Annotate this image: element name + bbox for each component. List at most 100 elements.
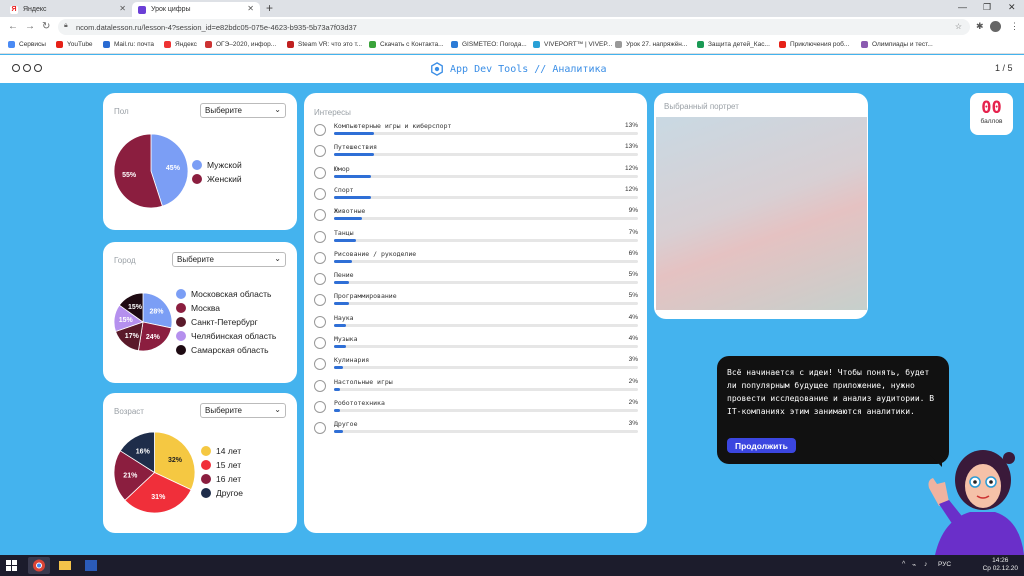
interest-row[interactable]: Программирование 5% — [314, 291, 638, 312]
interest-row[interactable]: Кулинария 3% — [314, 355, 638, 376]
interest-label: Робототехника — [334, 398, 385, 407]
interest-radio[interactable] — [314, 273, 326, 286]
interest-percent: 2% — [628, 398, 638, 406]
network-icon[interactable]: ⌁ — [912, 561, 916, 569]
age-select[interactable]: Выберите ⌄ — [200, 403, 286, 418]
interest-radio[interactable] — [314, 230, 326, 243]
score-label: баллов — [980, 118, 1003, 125]
word-taskbar-icon[interactable] — [80, 557, 102, 574]
city-select[interactable]: Выберите ⌄ — [172, 252, 286, 267]
gender-card: Пол Выберите ⌄ 45% 55% Мужской Женский — [103, 93, 297, 230]
windows-start-icon[interactable] — [6, 560, 17, 571]
bookmark-apps[interactable]: Сервисы — [8, 41, 46, 48]
interest-row[interactable]: Настольные игры 2% — [314, 377, 638, 398]
interest-bar-fill — [334, 259, 353, 263]
interest-radio[interactable] — [314, 294, 326, 307]
close-icon[interactable]: ✕ — [119, 4, 126, 13]
city-legend-item: Челябинская область — [176, 329, 276, 343]
interest-row[interactable]: Другое 3% — [314, 419, 638, 440]
new-tab-button[interactable]: + — [266, 1, 273, 15]
bookmark-viveport[interactable]: VIVEPORT™ | VIVEP... — [533, 41, 612, 48]
bookmark-oge[interactable]: ОГЭ–2020, инфор... — [205, 41, 276, 48]
interest-label: Животные — [334, 207, 366, 216]
bookmark-lesson27[interactable]: Урок 27. напряжён... — [615, 41, 687, 48]
interest-row[interactable]: Спорт 12% — [314, 185, 638, 206]
interest-row[interactable]: Животные 9% — [314, 206, 638, 227]
legend-swatch — [192, 160, 202, 170]
interest-radio[interactable] — [314, 422, 326, 435]
gender-slice-label: 45% — [166, 165, 181, 172]
back-icon[interactable]: ← — [8, 21, 18, 32]
gender-select[interactable]: Выберите ⌄ — [200, 103, 286, 118]
clock[interactable]: 14:26 Ср 02.12.20 — [983, 557, 1018, 573]
chrome-taskbar-icon[interactable] — [28, 557, 50, 574]
portrait-image — [656, 117, 867, 310]
interest-radio[interactable] — [314, 400, 326, 413]
language-indicator[interactable]: РУС — [938, 561, 951, 568]
interest-row[interactable]: Путешествия 13% — [314, 142, 638, 163]
legend-swatch — [176, 289, 186, 299]
reload-icon[interactable]: ↻ — [42, 21, 50, 32]
bookmark-gismeteo[interactable]: GISMETEO: Погода... — [451, 41, 527, 48]
close-window-icon[interactable]: ✕ — [1008, 2, 1016, 13]
yandex-icon: Я — [10, 5, 18, 14]
age-card: Возраст Выберите ⌄ 32% 31% 21% 16% 14 лет 15 … — [103, 393, 297, 533]
profile-avatar[interactable] — [990, 21, 1001, 32]
chevron-down-icon: ⌄ — [274, 105, 281, 114]
bookmark-steam[interactable]: Steam VR: что это т... — [287, 41, 362, 48]
menu-icon[interactable]: ⋮ — [1010, 21, 1019, 32]
interest-radio[interactable] — [314, 166, 326, 179]
interest-bar-fill — [334, 366, 344, 370]
close-icon[interactable]: ✕ — [247, 4, 254, 13]
bookmark-mailru[interactable]: Mail.ru: почта — [103, 41, 154, 48]
bookmark-adventures[interactable]: Приключения роб... — [779, 41, 849, 48]
bookmark-yandex[interactable]: Яндекс — [164, 41, 197, 48]
interest-bar-fill — [334, 430, 344, 434]
url-input[interactable]: 🔒︎ ncom.datalesson.ru/lesson-4?session_i… — [58, 19, 970, 35]
bookmark-download[interactable]: Скачать с Контакта... — [369, 41, 444, 48]
hint-bubble: Всё начинается с идеи! Чтобы понять, буд… — [717, 356, 949, 464]
interest-radio[interactable] — [314, 124, 326, 136]
interest-percent: 5% — [628, 271, 638, 279]
interest-radio[interactable] — [314, 358, 326, 371]
download-icon — [369, 41, 376, 48]
tab-yandex[interactable]: Я Яндекс ✕ — [4, 2, 132, 17]
bookmark-olympiads[interactable]: Олимпиады и тест... — [861, 41, 933, 48]
gender-legend: Мужской Женский — [192, 158, 242, 186]
bookmark-youtube[interactable]: YouTube — [56, 41, 93, 48]
interest-row[interactable]: Компьютерные игры и киберспорт 13% — [314, 121, 638, 142]
bookmark-protection[interactable]: Защита детей_Кас... — [697, 41, 770, 48]
interest-radio[interactable] — [314, 379, 326, 392]
age-slice-label: 32% — [168, 457, 183, 464]
interest-row[interactable]: Юмор 12% — [314, 164, 638, 185]
interest-row[interactable]: Наука 4% — [314, 313, 638, 334]
interest-row[interactable]: Робототехника 2% — [314, 398, 638, 419]
youtube-icon — [779, 41, 786, 48]
interest-row[interactable]: Рисование / рукоделие 6% — [314, 249, 638, 270]
star-icon[interactable]: ☆ — [955, 22, 962, 31]
minimize-icon[interactable]: — — [958, 2, 967, 12]
interest-radio[interactable] — [314, 145, 326, 158]
olympiad-icon — [861, 41, 868, 48]
tab-lesson[interactable]: Урок цифры ✕ — [132, 2, 260, 17]
interest-radio[interactable] — [314, 337, 326, 349]
volume-icon[interactable]: ♪ — [924, 561, 928, 568]
legend-label: Москва — [191, 303, 221, 313]
restore-icon[interactable]: ❐ — [983, 2, 991, 13]
interest-radio[interactable] — [314, 315, 326, 328]
gender-slice-label: 55% — [122, 172, 137, 179]
forward-icon[interactable]: → — [25, 21, 35, 32]
interest-row[interactable]: Музыка 4% — [314, 334, 638, 355]
interest-radio[interactable] — [314, 209, 326, 222]
interest-row[interactable]: Пение 5% — [314, 270, 638, 291]
interest-radio[interactable] — [314, 187, 326, 200]
youtube-icon — [56, 41, 63, 48]
continue-button[interactable]: Продолжить — [727, 438, 796, 453]
explorer-taskbar-icon[interactable] — [54, 557, 76, 574]
hidden-icons-icon[interactable]: ^ — [902, 561, 905, 568]
age-legend-item: Другое — [201, 486, 243, 500]
apps-grid-icon — [8, 41, 15, 48]
extensions-icon[interactable]: ✱ — [976, 21, 984, 32]
interest-radio[interactable] — [314, 251, 326, 264]
interest-row[interactable]: Танцы 7% — [314, 228, 638, 249]
